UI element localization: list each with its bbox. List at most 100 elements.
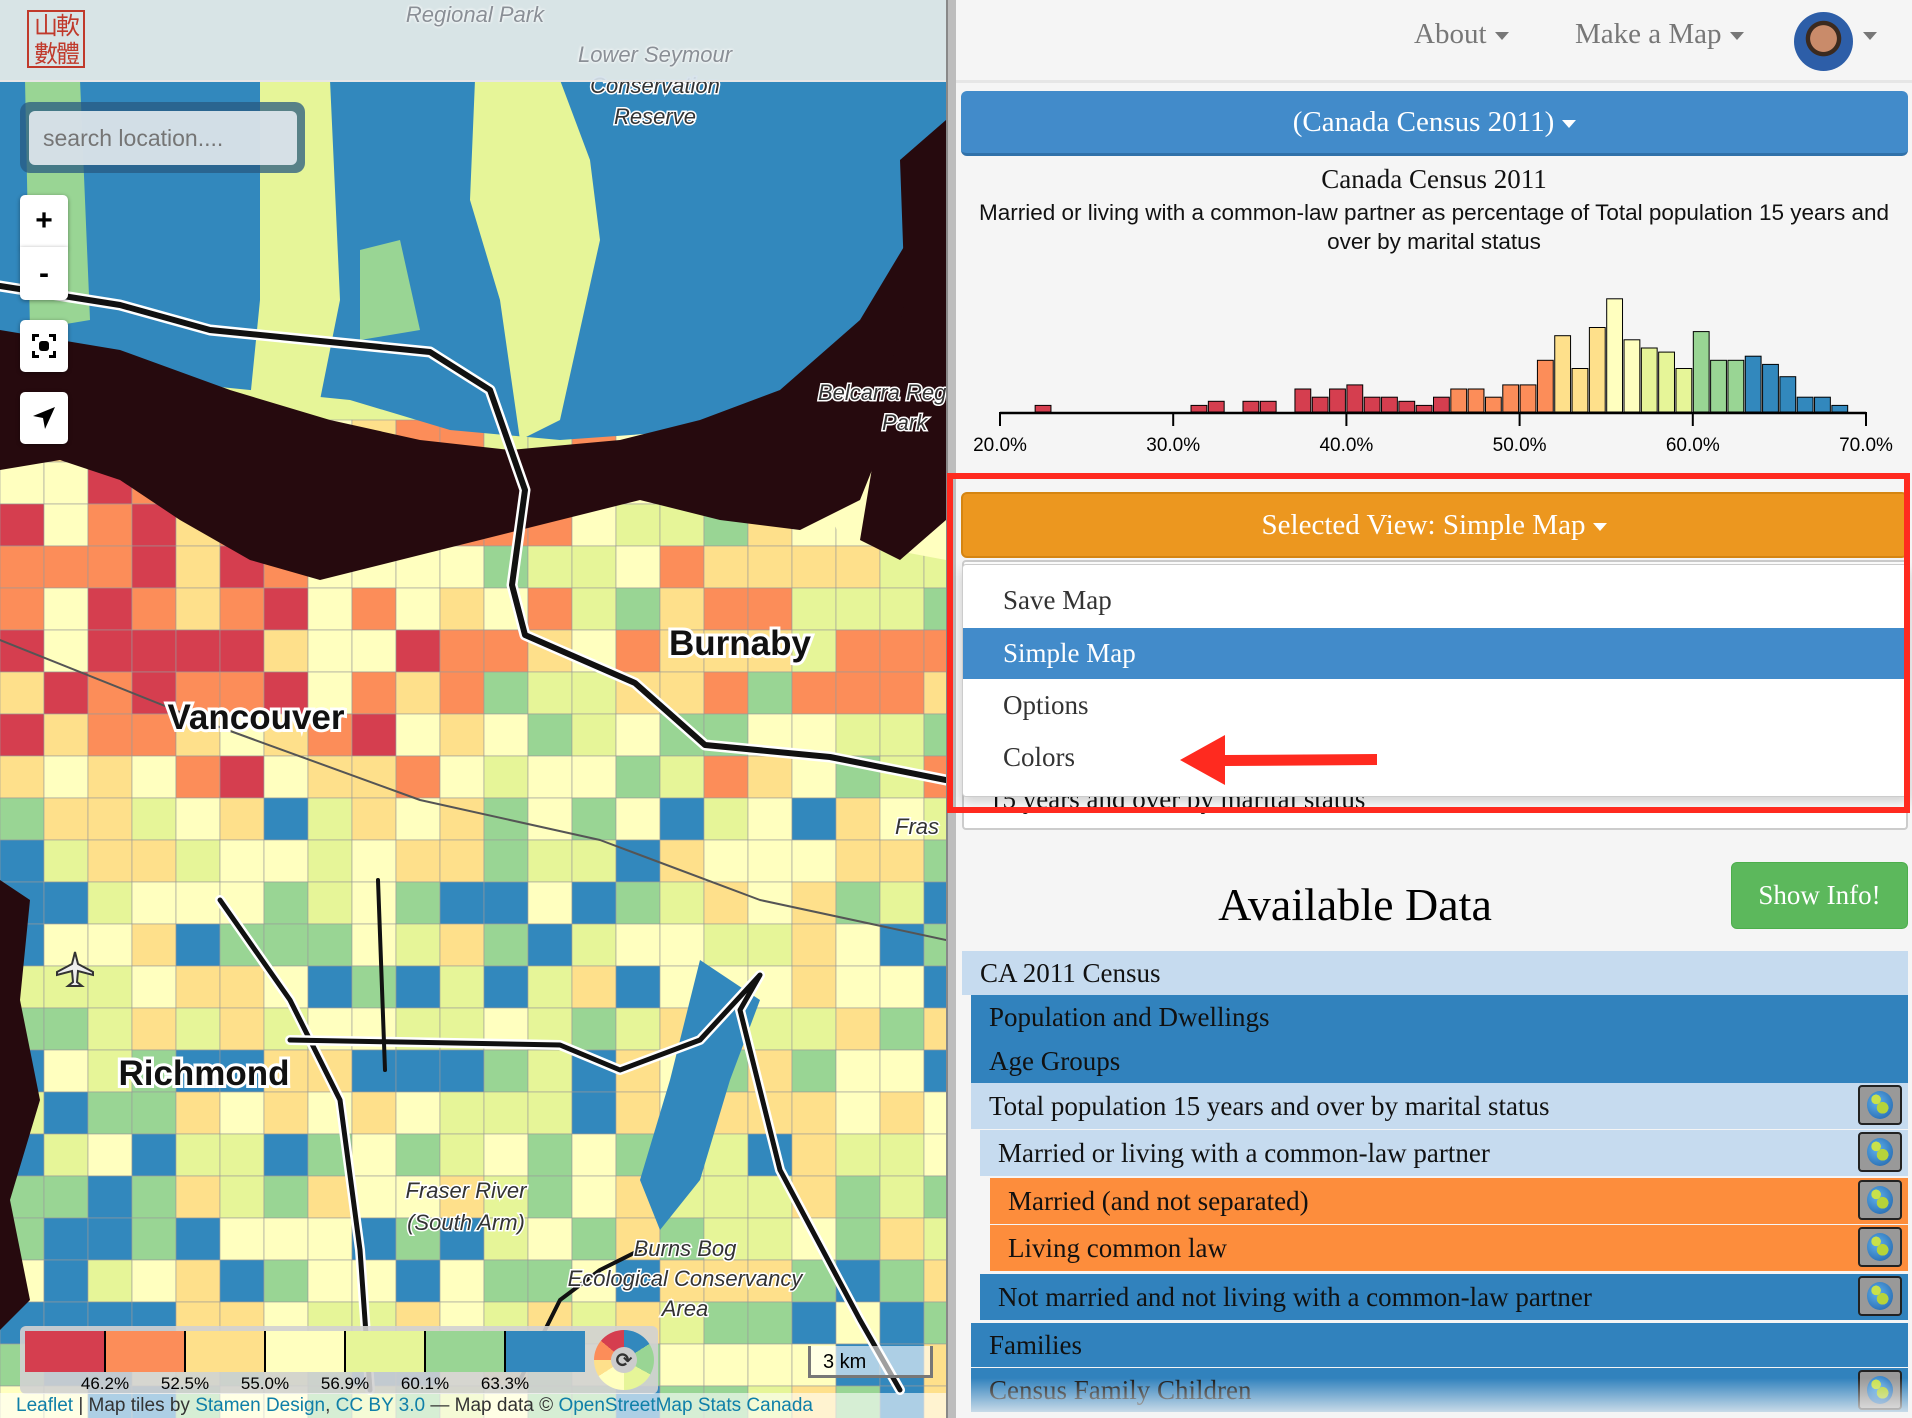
census-tract[interactable] <box>263 629 309 673</box>
census-tract[interactable] <box>395 1091 441 1135</box>
census-tract[interactable] <box>791 1049 837 1093</box>
census-tract[interactable] <box>0 797 45 841</box>
census-tract[interactable] <box>835 923 881 967</box>
census-tract[interactable] <box>175 629 221 673</box>
census-tract[interactable] <box>879 713 925 757</box>
census-tract[interactable] <box>439 1259 485 1303</box>
data-tree-row[interactable]: Married or living with a common-law part… <box>980 1130 1908 1176</box>
census-tract[interactable] <box>439 713 485 757</box>
census-tract[interactable] <box>703 1343 749 1387</box>
census-tract[interactable] <box>835 1007 881 1051</box>
census-tract[interactable] <box>395 713 441 757</box>
census-tract[interactable] <box>527 545 573 589</box>
data-tree-row[interactable]: Total population 15 years and over by ma… <box>971 1083 1908 1129</box>
census-tract[interactable] <box>703 671 749 715</box>
census-tract[interactable] <box>43 1175 89 1219</box>
dataset-dropdown-button[interactable]: (Canada Census 2011) <box>961 91 1908 156</box>
census-tract[interactable] <box>923 1007 946 1051</box>
menu-item-options[interactable]: Options <box>963 680 1909 731</box>
census-tract[interactable] <box>615 713 661 757</box>
census-tract[interactable] <box>395 965 441 1009</box>
census-tract[interactable] <box>87 881 133 925</box>
census-tract[interactable] <box>527 881 573 925</box>
map-layer-globe-button[interactable] <box>1858 1180 1902 1220</box>
zoom-out-button[interactable]: - <box>20 247 68 300</box>
census-tract[interactable] <box>791 923 837 967</box>
census-tract[interactable] <box>527 671 573 715</box>
census-tract[interactable] <box>615 629 661 673</box>
census-tract[interactable] <box>615 923 661 967</box>
census-tract[interactable] <box>175 797 221 841</box>
census-tract[interactable] <box>263 1217 309 1261</box>
choropleth-map[interactable]: Conservation Reserve Belcarra Reg Park F… <box>0 0 946 1418</box>
census-tract[interactable] <box>351 839 397 883</box>
user-menu-caret[interactable] <box>1855 18 1877 51</box>
panel-resize-handle[interactable] <box>946 0 956 1418</box>
census-tract[interactable] <box>615 545 661 589</box>
census-tract[interactable] <box>219 755 265 799</box>
map-layer-globe-button[interactable] <box>1858 1276 1902 1316</box>
census-tract[interactable] <box>571 587 617 631</box>
census-tract[interactable] <box>395 1049 441 1093</box>
census-tract[interactable] <box>0 587 45 631</box>
census-tract[interactable] <box>615 755 661 799</box>
census-tract[interactable] <box>879 1007 925 1051</box>
leaflet-link[interactable]: Leaflet <box>16 1395 73 1416</box>
census-tract[interactable] <box>923 839 946 883</box>
census-tract[interactable] <box>571 671 617 715</box>
cc-link[interactable]: CC BY 3.0 <box>336 1395 425 1416</box>
selected-view-dropdown-button[interactable]: Selected View: Simple Map <box>961 492 1908 558</box>
census-tract[interactable] <box>923 629 946 673</box>
census-tract[interactable] <box>571 797 617 841</box>
census-tract[interactable] <box>483 1091 529 1135</box>
census-tract[interactable] <box>263 797 309 841</box>
census-tract[interactable] <box>923 881 946 925</box>
census-tract[interactable] <box>879 1301 925 1345</box>
census-tract[interactable] <box>131 1007 177 1051</box>
census-tract[interactable] <box>747 755 793 799</box>
census-tract[interactable] <box>571 881 617 925</box>
census-tract[interactable] <box>43 1259 89 1303</box>
census-tract[interactable] <box>0 713 45 757</box>
census-tract[interactable] <box>87 503 133 547</box>
map-layer-globe-button[interactable] <box>1858 1132 1902 1172</box>
census-tract[interactable] <box>615 797 661 841</box>
census-tract[interactable] <box>263 755 309 799</box>
census-tract[interactable] <box>43 1091 89 1135</box>
census-tract[interactable] <box>483 755 529 799</box>
census-tract[interactable] <box>879 671 925 715</box>
census-tract[interactable] <box>395 839 441 883</box>
census-tract[interactable] <box>483 1259 529 1303</box>
census-tract[interactable] <box>351 881 397 925</box>
census-tract[interactable] <box>351 587 397 631</box>
census-tract[interactable] <box>175 965 221 1009</box>
census-tract[interactable] <box>703 545 749 589</box>
census-tract[interactable] <box>527 713 573 757</box>
census-tract[interactable] <box>703 923 749 967</box>
census-tract[interactable] <box>175 1007 221 1051</box>
statscan-link[interactable]: Stats Canada <box>698 1395 813 1416</box>
census-tract[interactable] <box>923 1301 946 1345</box>
census-tract[interactable] <box>923 965 946 1009</box>
census-tract[interactable] <box>791 797 837 841</box>
census-tract[interactable] <box>219 1133 265 1177</box>
census-tract[interactable] <box>87 1133 133 1177</box>
census-tract[interactable] <box>395 755 441 799</box>
census-tract[interactable] <box>395 587 441 631</box>
census-tract[interactable] <box>307 839 353 883</box>
census-tract[interactable] <box>219 629 265 673</box>
census-tract[interactable] <box>747 1301 793 1345</box>
census-tract[interactable] <box>527 1049 573 1093</box>
census-tract[interactable] <box>395 1259 441 1303</box>
census-tract[interactable] <box>527 1091 573 1135</box>
census-tract[interactable] <box>131 1133 177 1177</box>
census-tract[interactable] <box>835 1217 881 1261</box>
census-tract[interactable] <box>835 671 881 715</box>
census-tract[interactable] <box>923 713 946 757</box>
census-tract[interactable] <box>439 965 485 1009</box>
census-tract[interactable] <box>131 1217 177 1261</box>
census-tract[interactable] <box>87 1175 133 1219</box>
census-tract[interactable] <box>263 1091 309 1135</box>
census-tract[interactable] <box>263 839 309 883</box>
census-tract[interactable] <box>923 1091 946 1135</box>
